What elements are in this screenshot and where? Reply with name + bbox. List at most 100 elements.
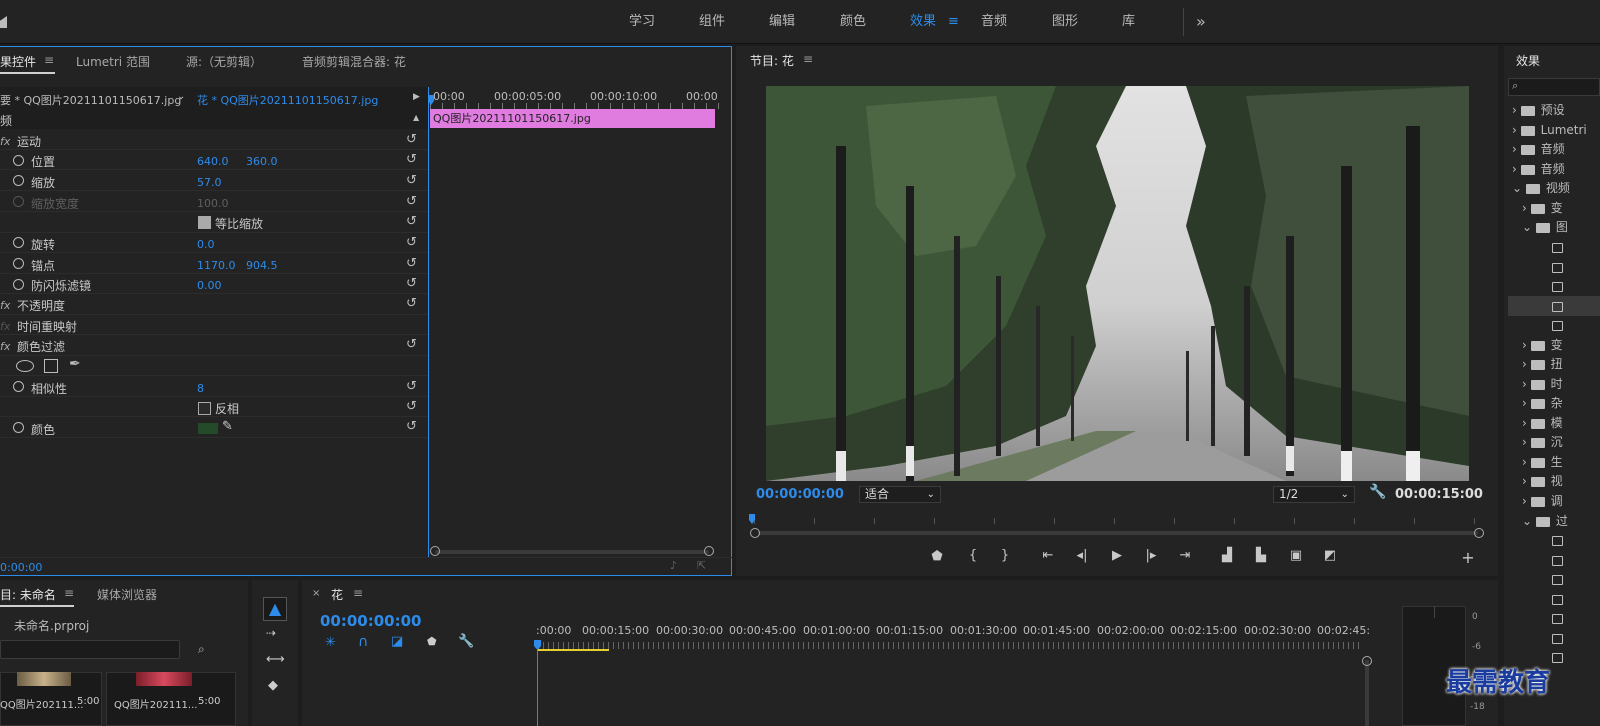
effects-tree-item[interactable]: › 视	[1522, 472, 1563, 491]
effect-item[interactable]	[1552, 570, 1563, 589]
rotation-value[interactable]: 0.0	[197, 238, 215, 251]
fx-icon[interactable]: fx	[0, 340, 10, 353]
step-back-icon[interactable]: ◂|	[1073, 548, 1091, 563]
stopwatch-icon[interactable]	[13, 196, 24, 207]
scale-value[interactable]: 57.0	[197, 176, 222, 189]
add-edit-icon[interactable]: ◪	[391, 634, 403, 649]
stopwatch-icon[interactable]	[13, 237, 24, 248]
workspace-learn[interactable]: 学习	[629, 0, 655, 44]
add-button-icon[interactable]: +	[1459, 548, 1477, 567]
collapse-icon[interactable]: ▲	[413, 113, 419, 122]
panel-menu-icon[interactable]: ≡	[44, 53, 54, 67]
stopwatch-icon[interactable]	[13, 258, 24, 269]
resolution-dropdown[interactable]: 1/2 ⌄	[1273, 486, 1355, 503]
effect-item[interactable]	[1552, 531, 1563, 550]
anchor-x-value[interactable]: 1170.0	[197, 259, 236, 272]
new-bin-icon[interactable]: ⌕	[198, 642, 205, 657]
uniform-scale-checkbox[interactable]	[198, 216, 211, 229]
workspace-effects[interactable]: 效果	[910, 0, 936, 44]
marker-icon[interactable]: ⬟	[427, 635, 437, 648]
effect-item[interactable]	[1552, 609, 1563, 628]
effects-tree-item[interactable]: ⌄ 视频	[1512, 179, 1570, 198]
mark-out-icon[interactable]: }	[996, 548, 1014, 563]
ripple-edit-tool-icon[interactable]: ⟷	[266, 652, 285, 667]
seq-clip-name[interactable]: 花 * QQ图片20211101150617.jpg	[197, 92, 378, 108]
step-forward-icon[interactable]: |▸	[1142, 548, 1160, 563]
panel-menu-icon[interactable]: ≡	[353, 586, 363, 600]
timeline-vscroll[interactable]	[1365, 660, 1369, 726]
razor-tool-icon[interactable]: ◆	[268, 678, 278, 693]
effect-item[interactable]	[1552, 277, 1563, 296]
invert-checkbox[interactable]	[198, 402, 211, 415]
tab-project[interactable]: 目: 未命名	[0, 586, 56, 603]
timeline-scroll-handle[interactable]	[1362, 656, 1372, 666]
similarity-value[interactable]: 8	[197, 382, 204, 395]
stopwatch-icon[interactable]	[13, 381, 24, 392]
effects-panel-title[interactable]: 效果	[1516, 52, 1540, 69]
reset-icon[interactable]: ↺	[406, 400, 420, 414]
tab-media-browser[interactable]: 媒体浏览器	[97, 586, 157, 603]
effect-item[interactable]	[1552, 297, 1563, 316]
effect-item[interactable]	[1552, 258, 1563, 277]
workspace-assembly[interactable]: 组件	[699, 0, 725, 44]
close-icon[interactable]: ×	[312, 588, 320, 599]
workspace-libraries[interactable]: 库	[1122, 0, 1135, 44]
reset-icon[interactable]: ↺	[406, 133, 420, 147]
fit-dropdown[interactable]: 适合 ⌄	[859, 486, 941, 503]
tab-audio-clip-mixer[interactable]: 音频剪辑混合器: 花	[302, 53, 406, 70]
effect-item[interactable]	[1552, 648, 1563, 667]
track-select-tool-icon[interactable]: ⇢	[266, 626, 276, 640]
reset-icon[interactable]: ↺	[406, 215, 420, 229]
effects-tree-item[interactable]: › 时	[1522, 375, 1563, 394]
reset-icon[interactable]: ↺	[406, 257, 420, 271]
effects-tree-item[interactable]: › 模	[1522, 414, 1563, 433]
work-area-bar[interactable]	[538, 649, 609, 651]
export-icon[interactable]: ⇱	[697, 559, 706, 572]
color-swatch[interactable]	[198, 423, 218, 434]
reset-icon[interactable]: ↺	[406, 236, 420, 250]
tab-sequence[interactable]: 花	[331, 586, 343, 603]
program-monitor-title[interactable]: 节目: 花	[750, 52, 794, 69]
tab-lumetri-scopes[interactable]: Lumetri 范围	[76, 53, 150, 70]
effect-item[interactable]	[1552, 551, 1563, 570]
reset-icon[interactable]: ↺	[406, 338, 420, 352]
workspace-audio[interactable]: 音频	[981, 0, 1007, 44]
effects-tree-item[interactable]: ⌄ 图	[1522, 218, 1568, 237]
ec-scroll-handle-left[interactable]	[430, 546, 440, 556]
workspace-editing[interactable]: 编辑	[769, 0, 795, 44]
go-to-in-icon[interactable]: ⇤	[1039, 548, 1057, 563]
compare-view-icon[interactable]: ◩	[1321, 548, 1339, 563]
play-icon[interactable]: ▶	[1108, 548, 1126, 563]
project-search-input[interactable]	[0, 640, 180, 659]
add-marker-icon[interactable]: ⬟	[928, 549, 946, 564]
effect-item[interactable]	[1552, 238, 1563, 257]
play-only-audio-icon[interactable]: ▶	[413, 92, 420, 102]
tab-source[interactable]: 源:（无剪辑）	[186, 53, 262, 70]
rect-mask-icon[interactable]	[44, 359, 58, 373]
audio-scrub-icon[interactable]: ♪	[670, 559, 677, 572]
position-x-value[interactable]: 640.0	[197, 155, 229, 168]
timeline-settings-icon[interactable]: 🔧	[458, 634, 474, 649]
effects-tree-item[interactable]: › Lumetri	[1512, 121, 1587, 140]
workspace-menu-icon[interactable]: ≡	[948, 0, 959, 44]
ec-timecode[interactable]: 0:00:00	[0, 561, 42, 574]
selection-tool-icon[interactable]: ▲	[263, 597, 287, 621]
fx-icon[interactable]: fx	[0, 299, 10, 312]
ellipse-mask-icon[interactable]	[16, 360, 34, 372]
snap-icon[interactable]: ✳	[325, 635, 336, 650]
effects-tree-item[interactable]: › 音频	[1512, 160, 1565, 179]
panel-menu-icon[interactable]: ≡	[803, 52, 813, 66]
scroll-handle-left[interactable]	[750, 528, 760, 538]
position-y-value[interactable]: 360.0	[246, 155, 278, 168]
program-scrollbar[interactable]	[758, 531, 1478, 535]
reset-icon[interactable]: ↺	[406, 195, 420, 209]
workspace-graphics[interactable]: 图形	[1052, 0, 1078, 44]
effect-item[interactable]	[1552, 316, 1563, 335]
program-timecode[interactable]: 00:00:00:00	[756, 487, 844, 502]
stopwatch-icon[interactable]	[13, 422, 24, 433]
workspace-more-icon[interactable]: »	[1196, 0, 1206, 44]
effects-tree-item[interactable]: › 调	[1522, 492, 1563, 511]
wrench-icon[interactable]: 🔧	[1369, 484, 1386, 500]
go-to-out-icon[interactable]: ⇥	[1176, 548, 1194, 563]
ec-scrollbar[interactable]	[435, 550, 709, 554]
